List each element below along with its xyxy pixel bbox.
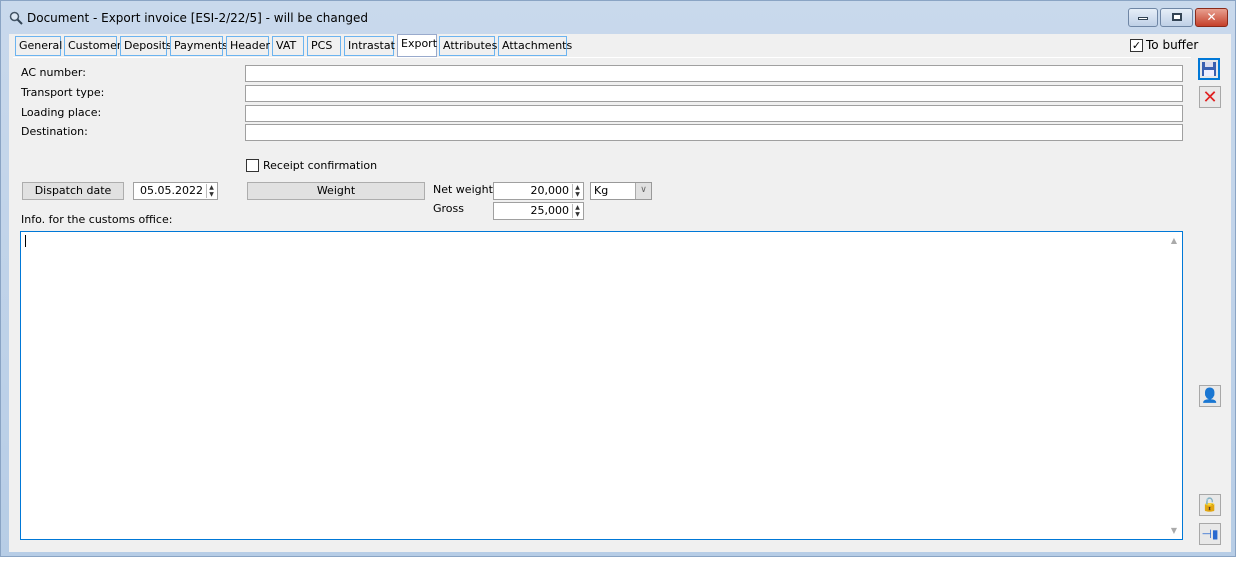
customs-info-label: Info. for the customs office:: [21, 213, 173, 226]
to-buffer-checkbox[interactable]: ✓ To buffer: [1130, 38, 1198, 52]
receipt-confirmation-checkbox[interactable]: Receipt confirmation: [246, 159, 377, 172]
destination-label: Destination:: [21, 125, 88, 138]
loading-place-input[interactable]: [245, 105, 1183, 122]
contacts-button[interactable]: 👤: [1199, 385, 1221, 407]
tab-header[interactable]: Header: [226, 36, 270, 56]
ac-number-input[interactable]: [245, 65, 1183, 82]
checkbox-checked-icon: ✓: [1130, 38, 1143, 52]
cancel-button[interactable]: ✕: [1199, 86, 1221, 108]
spinner-icon[interactable]: ▲ ▼: [206, 184, 216, 198]
tab-deposits[interactable]: Deposits: [120, 36, 172, 56]
destination-input[interactable]: [245, 124, 1183, 141]
dispatch-date-input[interactable]: 05.05.2022 ▲ ▼: [133, 182, 218, 200]
gross-weight-label: Gross: [433, 202, 464, 215]
pin-button[interactable]: ⊣▮: [1199, 523, 1221, 545]
weight-button[interactable]: Weight: [247, 182, 425, 200]
customs-info-textarea[interactable]: ▲ ▼: [20, 231, 1183, 540]
scrollbar[interactable]: ▲ ▼: [1166, 232, 1182, 539]
net-weight-input[interactable]: 20,000 ▲ ▼: [493, 182, 584, 200]
person-icon: 👤: [1201, 388, 1219, 404]
red-x-icon: ✕: [1202, 86, 1218, 108]
tab-intrastat[interactable]: Intrastat: [344, 36, 395, 56]
to-buffer-label: To buffer: [1146, 38, 1199, 52]
unit-select[interactable]: Kg ∨: [590, 182, 652, 200]
magnifier-icon: [9, 11, 23, 25]
ac-number-label: AC number:: [21, 66, 86, 79]
tab-pcs[interactable]: PCS: [307, 36, 341, 56]
loading-place-label: Loading place:: [21, 106, 102, 119]
transport-type-label: Transport type:: [21, 86, 105, 99]
maximize-icon: [1171, 13, 1182, 21]
text-cursor: [25, 235, 26, 247]
spinner-icon[interactable]: ▲ ▼: [572, 184, 582, 198]
gross-weight-value: 25,000: [530, 204, 570, 217]
tab-payments[interactable]: Payments: [170, 36, 228, 56]
window: Document - Export invoice [ESI-2/22/5] -…: [0, 0, 1236, 557]
export-panel: AC number: Transport type: Loading place…: [13, 57, 1191, 549]
tab-export[interactable]: Export: [397, 34, 437, 57]
tab-general[interactable]: General: [15, 36, 62, 56]
chevron-down-icon: ∨: [635, 183, 651, 199]
pin-icon: ⊣▮: [1201, 527, 1219, 541]
dispatch-date-button[interactable]: Dispatch date: [22, 182, 124, 200]
minimize-icon: [1138, 17, 1148, 20]
tab-attributes[interactable]: Attributes: [439, 36, 497, 56]
unit-value: Kg: [594, 184, 609, 197]
spinner-icon[interactable]: ▲ ▼: [572, 204, 582, 218]
unlock-button[interactable]: 🔓: [1199, 494, 1221, 516]
save-button[interactable]: [1198, 58, 1220, 80]
floppy-disk-icon: [1202, 62, 1216, 76]
client-area: General Customer Deposits Payments Header VAT…: [9, 34, 1231, 552]
close-icon: ✕: [1206, 10, 1217, 24]
checkbox-unchecked-icon: [246, 159, 259, 172]
tab-customer[interactable]: Customer: [64, 36, 121, 56]
receipt-confirmation-label: Receipt confirmation: [263, 159, 378, 172]
dispatch-date-value: 05.05.2022: [140, 184, 203, 197]
net-weight-value: 20,000: [530, 184, 570, 197]
padlock-open-icon: 🔓: [1201, 497, 1219, 513]
close-button[interactable]: ✕: [1195, 8, 1228, 27]
window-title: Document - Export invoice [ESI-2/22/5] -…: [27, 11, 368, 25]
transport-type-input[interactable]: [245, 85, 1183, 102]
minimize-button[interactable]: [1128, 8, 1158, 27]
net-weight-label: Net weight: [433, 183, 493, 196]
gross-weight-input[interactable]: 25,000 ▲ ▼: [493, 202, 584, 220]
tab-attachments[interactable]: Attachments: [498, 36, 572, 56]
maximize-button[interactable]: [1160, 8, 1193, 27]
tab-vat[interactable]: VAT: [272, 36, 304, 56]
